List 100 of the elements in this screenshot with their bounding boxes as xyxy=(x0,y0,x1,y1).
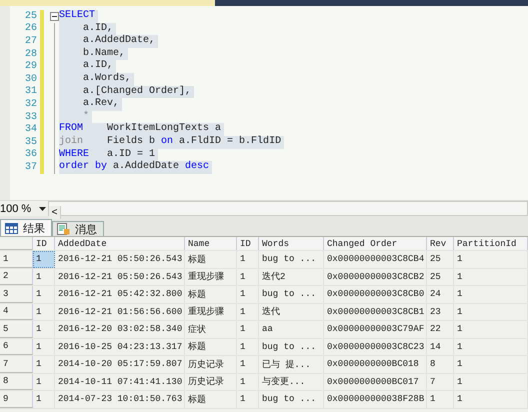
zoom-dropdown[interactable]: 100 % xyxy=(0,201,48,216)
table-cell: 1 xyxy=(454,286,528,302)
table-cell: 0x00000000003C8CB0 xyxy=(324,286,427,302)
line-number: 34 xyxy=(24,124,38,136)
table-cell: 1 xyxy=(454,374,528,390)
row-header[interactable]: 7 xyxy=(0,356,33,372)
row-header[interactable]: 3 xyxy=(0,286,33,302)
table-cell: 症状 xyxy=(185,321,237,338)
table-cell: 24 xyxy=(427,286,454,302)
table-cell: 2014-10-11 07:41:41.130 xyxy=(55,374,185,390)
table-cell: 0x00000000003C8C23 xyxy=(324,338,427,355)
table-cell: 14 xyxy=(427,338,454,355)
collapse-icon[interactable] xyxy=(50,12,58,21)
table-cell: 迭代2 xyxy=(259,268,324,285)
table-cell: 1 xyxy=(454,321,528,338)
result-tab[interactable]: 结果 xyxy=(0,219,52,236)
table-cell: 1 xyxy=(33,356,55,372)
table-cell: 1 xyxy=(237,356,259,372)
horizontal-scrollbar[interactable]: < xyxy=(48,201,528,216)
column-header[interactable]: ID xyxy=(33,237,55,250)
table-cell: 22 xyxy=(427,321,454,338)
column-header[interactable]: ID xyxy=(237,237,259,250)
table-cell: 1 xyxy=(33,251,55,268)
column-header[interactable]: AddedDate xyxy=(55,237,185,250)
table-cell: 2016-12-21 05:42:32.800 xyxy=(55,286,185,302)
row-header[interactable]: 4 xyxy=(0,304,33,320)
table-cell: 迭代 xyxy=(259,304,324,320)
table-cell: 1 xyxy=(237,268,259,285)
column-header[interactable]: Changed Order xyxy=(324,237,427,250)
table-cell: 2016-12-20 03:02:58.340 xyxy=(55,321,185,338)
column-header[interactable]: Name xyxy=(185,237,237,250)
row-header[interactable]: 9 xyxy=(0,391,33,408)
table-cell: 2014-10-20 05:17:59.807 xyxy=(55,356,185,372)
result-tab[interactable]: 消息 xyxy=(52,221,104,236)
line-number: 36 xyxy=(24,149,38,160)
row-header[interactable]: 1 xyxy=(0,251,33,268)
table-cell: 历史记录 xyxy=(185,356,237,372)
table-cell: 1 xyxy=(33,321,55,338)
table-cell: 重现步骤 xyxy=(185,268,237,285)
grid-icon xyxy=(5,222,18,234)
table-cell: 1 xyxy=(237,338,259,355)
table-cell: 1 xyxy=(237,304,259,320)
line-number: 29 xyxy=(24,61,38,72)
table-cell: bug to ... xyxy=(259,286,324,302)
table-cell: 1 xyxy=(454,268,528,285)
table-cell: 2016-12-21 05:50:26.543 xyxy=(55,251,185,268)
table-cell: 1 xyxy=(237,286,259,302)
table-cell: 8 xyxy=(427,356,454,372)
table-cell: aa xyxy=(259,321,324,338)
table-cell: 标题 xyxy=(185,251,237,268)
line-number: 30 xyxy=(24,74,38,85)
table-cell: 重现步骤 xyxy=(185,304,237,320)
table-cell: 2016-12-21 01:56:56.600 xyxy=(55,304,185,320)
table-cell: 2016-12-21 05:50:26.543 xyxy=(55,268,185,285)
table-cell: 标题 xyxy=(185,338,237,355)
table-cell: 23 xyxy=(427,304,454,320)
line-number: 25 xyxy=(24,10,38,22)
line-number: 33 xyxy=(24,112,38,123)
table-cell: 与变更... xyxy=(259,374,324,390)
table-cell: 1 xyxy=(454,251,528,268)
table-cell: 1 xyxy=(33,338,55,355)
table-cell: 1 xyxy=(33,268,55,285)
table-cell: 0x00000000003C8CB2 xyxy=(324,268,427,285)
line-number: 35 xyxy=(24,136,38,148)
table-cell: 2014-07-23 10:01:50.763 xyxy=(55,391,185,408)
column-header[interactable]: PartitionId xyxy=(454,237,528,250)
table-cell: 25 xyxy=(427,268,454,285)
line-number: 37 xyxy=(24,162,38,173)
caret-icon xyxy=(39,206,46,210)
table-cell: 1 xyxy=(237,321,259,338)
table-cell: 0x00000000003C8CB4 xyxy=(324,251,427,268)
table-cell: 1 xyxy=(427,391,454,408)
table-cell: 0x0000000000BC018 xyxy=(324,356,427,372)
line-number: 31 xyxy=(24,86,38,98)
line-number: 26 xyxy=(24,23,38,34)
row-header[interactable]: 8 xyxy=(0,374,33,390)
table-cell: 1 xyxy=(33,391,55,408)
table-cell: 1 xyxy=(237,374,259,390)
row-header[interactable]: 6 xyxy=(0,338,33,355)
table-cell: 2016-10-25 04:23:13.317 xyxy=(55,338,185,355)
table-cell: 1 xyxy=(454,338,528,355)
column-header[interactable]: Rev xyxy=(427,237,454,250)
row-header[interactable]: 2 xyxy=(0,268,33,285)
column-header[interactable]: Words xyxy=(259,237,324,250)
line-number: 28 xyxy=(24,48,38,60)
table-cell: 1 xyxy=(454,304,528,320)
scroll-left-button[interactable]: < xyxy=(49,206,61,219)
table-cell: 已与 提... xyxy=(259,356,324,372)
table-cell: 1 xyxy=(454,356,528,372)
table-cell: 0x00000000003C79AF xyxy=(324,321,427,338)
table-cell: bug to ... xyxy=(259,391,324,408)
row-header[interactable]: 5 xyxy=(0,321,33,338)
table-cell: 7 xyxy=(427,374,454,390)
line-number: 27 xyxy=(24,36,38,47)
table-cell: 1 xyxy=(237,251,259,268)
table-cell: bug to ... xyxy=(259,251,324,268)
table-cell: 1 xyxy=(33,304,55,320)
table-cell: 1 xyxy=(33,286,55,302)
table-cell: 1 xyxy=(33,374,55,390)
table-cell: 0x00000000003C8CB1 xyxy=(324,304,427,320)
